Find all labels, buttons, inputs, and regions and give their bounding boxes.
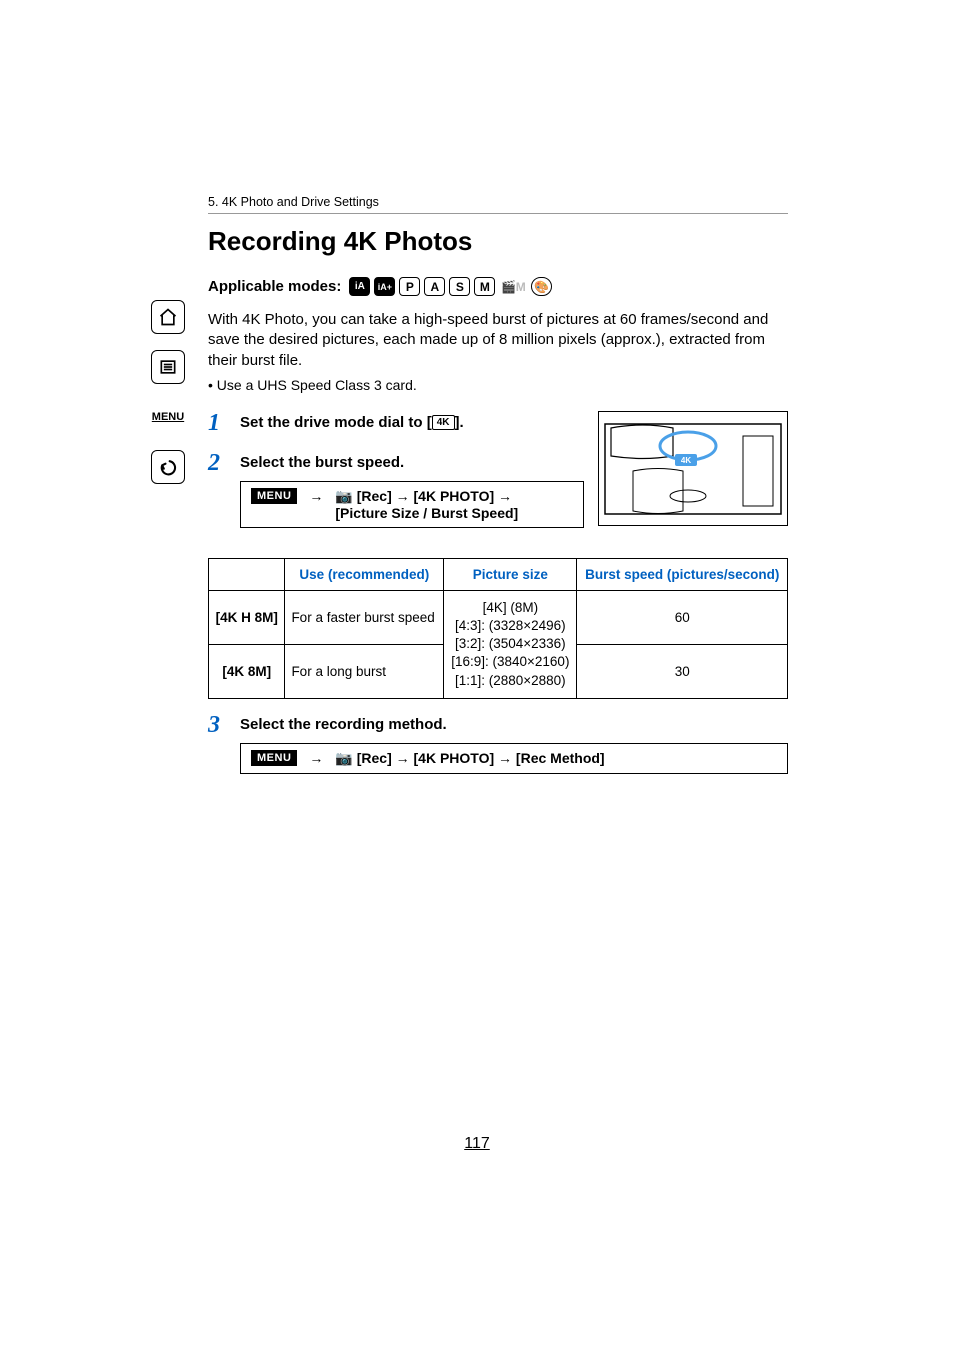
row-label: [4K H 8M] <box>209 590 285 644</box>
camera-icon: 📷 <box>335 488 352 504</box>
picsize-line: [3:2]: (3504×2336) <box>455 636 566 651</box>
step-number: 3 <box>208 713 226 737</box>
mode-creative-icon: 🎨 <box>531 277 552 296</box>
table-row: [4K H 8M] For a faster burst speed [4K] … <box>209 590 788 644</box>
picsize-line: [1:1]: (2880×2880) <box>455 673 566 688</box>
intro-text: With 4K Photo, you can take a high-speed… <box>208 310 788 371</box>
applicable-modes: Applicable modes: iA iA+ P A S M 🎬M 🎨 <box>208 277 788 296</box>
page-title: Recording 4K Photos <box>208 226 788 257</box>
menu-label-icon[interactable]: MENU <box>151 400 185 434</box>
row-use: For a long burst <box>285 644 444 698</box>
mode-ia-plus-icon: iA+ <box>374 277 395 296</box>
sidebar: MENU <box>148 300 188 484</box>
table-header <box>209 558 285 590</box>
menu-line: [Rec] → [4K PHOTO] → [Rec Method] <box>357 750 605 766</box>
main-content: 5. 4K Photo and Drive Settings Recording… <box>208 195 788 788</box>
menu-badge-icon: MENU <box>251 750 297 766</box>
picture-size-cell: [4K] (8M) [4:3]: (3328×2496) [3:2]: (350… <box>444 590 577 698</box>
svg-text:4K: 4K <box>681 456 691 465</box>
home-icon[interactable] <box>151 300 185 334</box>
step-title: Select the burst speed. <box>240 454 584 471</box>
mode-a-icon: A <box>424 277 445 296</box>
menu-line-2: [Picture Size / Burst Speed] <box>335 505 518 521</box>
modes-label: Applicable modes: <box>208 278 341 295</box>
picsize-line: [16:9]: (3840×2160) <box>451 654 569 669</box>
step-title: Set the drive mode dial to [4K]. <box>240 414 584 431</box>
picsize-line: [4K] (8M) <box>483 600 539 615</box>
divider <box>208 213 788 214</box>
menu-path-text: 📷 [Rec] → [4K PHOTO] → [Rec Method] <box>335 750 604 767</box>
step-1: 1 Set the drive mode dial to [4K]. <box>208 411 584 441</box>
table-header: Burst speed (pictures/second) <box>577 558 788 590</box>
step-title: Select the recording method. <box>240 716 788 733</box>
mode-ia-icon: iA <box>349 277 370 296</box>
table-header: Picture size <box>444 558 577 590</box>
contents-icon[interactable] <box>151 350 185 384</box>
drive-mode-4k-icon: 4K <box>432 415 455 430</box>
menu-path-block: MENU → 📷 [Rec] → [4K PHOTO] → [Rec Metho… <box>240 743 788 774</box>
step-number: 2 <box>208 451 226 475</box>
mode-p-icon: P <box>399 277 420 296</box>
menu-path-text: 📷 [Rec] → [4K PHOTO] → [Picture Size / B… <box>335 488 518 521</box>
note-bullet: • Use a UHS Speed Class 3 card. <box>208 377 788 393</box>
step-number: 1 <box>208 411 226 435</box>
menu-line-1: [Rec] → [4K PHOTO] → <box>357 488 512 504</box>
mode-m-icon: M <box>474 277 495 296</box>
camera-icon: 📷 <box>335 750 352 766</box>
menu-path-block: MENU → 📷 [Rec] → [4K PHOTO] → [Picture S… <box>240 481 584 528</box>
table-header: Use (recommended) <box>285 558 444 590</box>
burst-speed-table: Use (recommended) Picture size Burst spe… <box>208 558 788 699</box>
arrow-icon: → <box>307 750 325 766</box>
row-burst: 60 <box>577 590 788 644</box>
step-3: 3 Select the recording method. MENU → 📷 … <box>208 713 788 788</box>
back-icon[interactable] <box>151 450 185 484</box>
page-number[interactable]: 117 <box>0 1135 954 1153</box>
camera-dial-illustration: 4K <box>598 411 788 526</box>
mode-s-icon: S <box>449 277 470 296</box>
row-burst: 30 <box>577 644 788 698</box>
menu-badge-icon: MENU <box>251 488 297 504</box>
row-label: [4K 8M] <box>209 644 285 698</box>
breadcrumb: 5. 4K Photo and Drive Settings <box>208 195 788 209</box>
step-2: 2 Select the burst speed. MENU → 📷 [Rec]… <box>208 451 584 542</box>
mode-moviem-icon: 🎬M <box>499 280 527 294</box>
step-title-pre: Set the drive mode dial to [ <box>240 414 432 431</box>
arrow-icon: → <box>307 488 325 504</box>
row-use: For a faster burst speed <box>285 590 444 644</box>
picsize-line: [4:3]: (3328×2496) <box>455 618 566 633</box>
step-title-post: ]. <box>455 414 464 431</box>
